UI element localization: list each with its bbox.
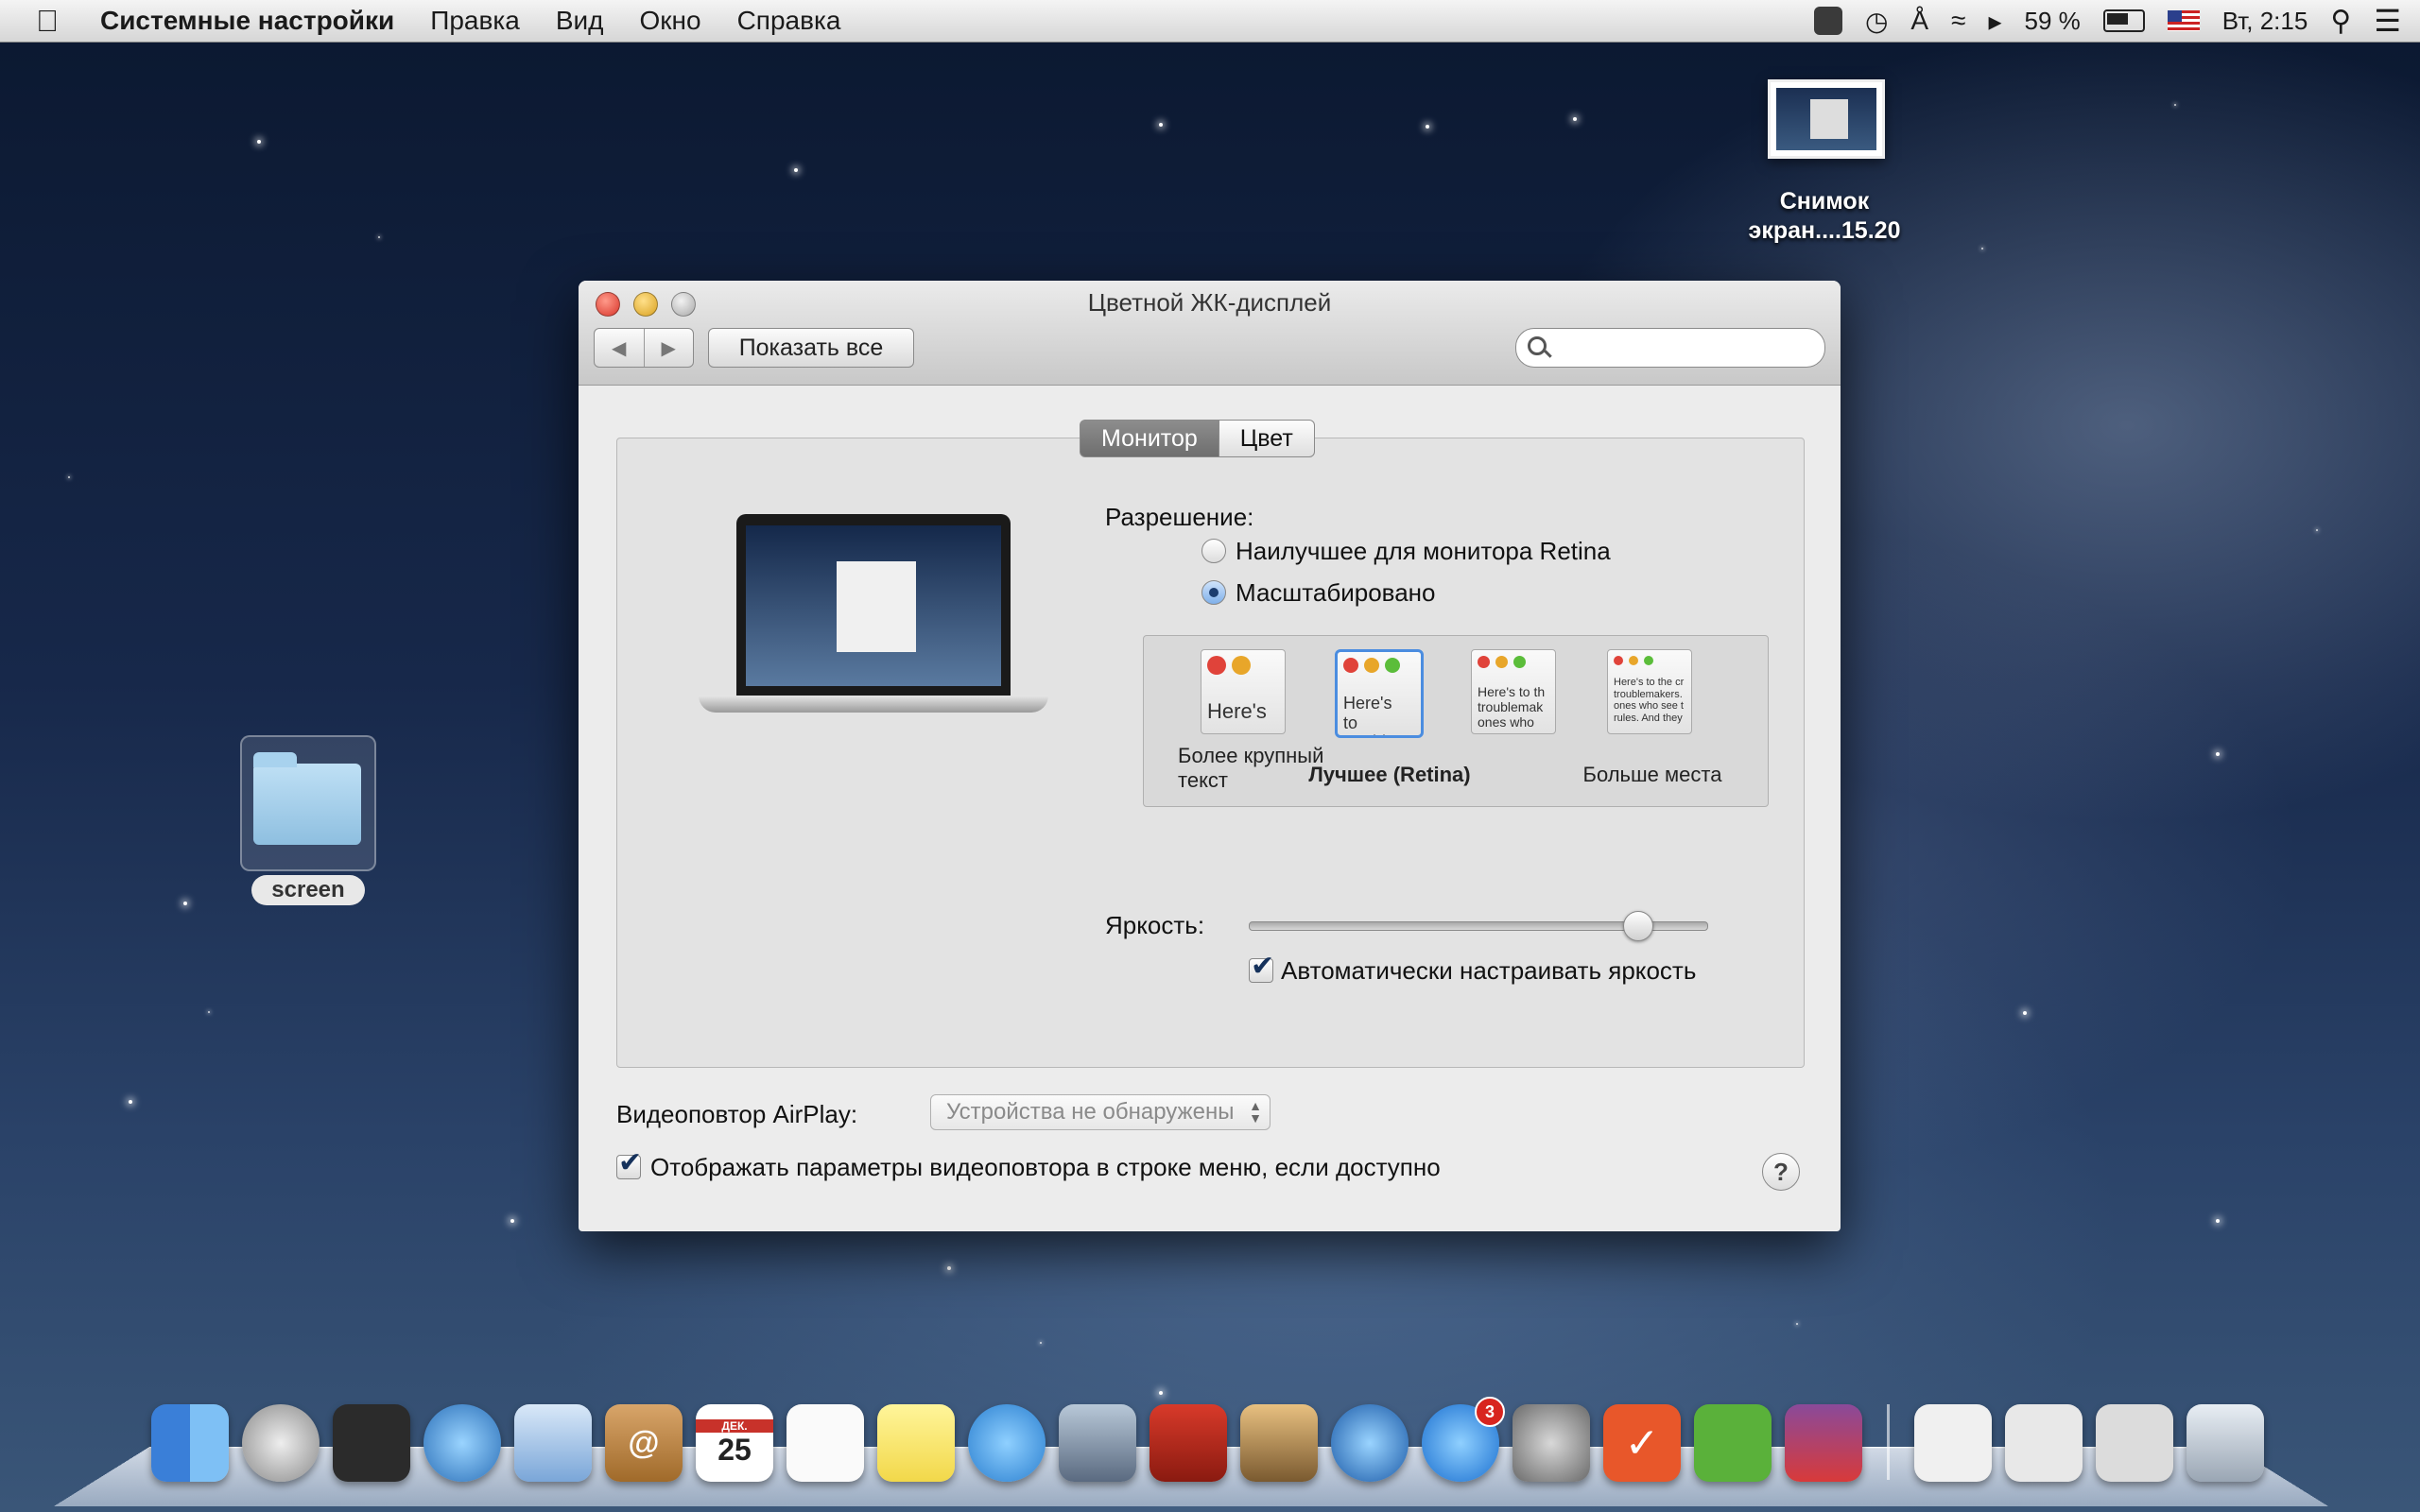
back-arrow-icon[interactable]: ◀ — [595, 329, 645, 367]
resolution-label: Разрешение: — [1105, 503, 1253, 532]
brightness-label: Яркость: — [1105, 911, 1204, 940]
radio-scaled[interactable] — [1201, 580, 1226, 605]
radio-scaled-label[interactable]: Масштабировано — [1236, 578, 1435, 608]
airplay-label: Видеоповтор AirPlay: — [616, 1100, 857, 1129]
window-titlebar: Цветной ЖК-дисплей ◀ ▶ Показать все — [579, 281, 1841, 386]
facetime-icon[interactable] — [1059, 1404, 1136, 1482]
itunes-icon[interactable] — [1331, 1404, 1409, 1482]
window-content: Монитор Цвет Разрешение: Наилучшее для м… — [579, 386, 1841, 1231]
search-input[interactable] — [1558, 333, 1807, 363]
menu-window[interactable]: Окно — [639, 6, 700, 36]
notes-icon[interactable] — [877, 1404, 955, 1482]
notification-center-icon[interactable]: ☰ — [2374, 3, 2401, 39]
angry-birds-seasons-icon[interactable] — [1785, 1404, 1862, 1482]
apple-menu-icon[interactable]:  — [36, 4, 68, 39]
mission-control-icon[interactable] — [333, 1404, 410, 1482]
show-mirroring-label[interactable]: Отображать параметры видеоповтора в стро… — [650, 1153, 1441, 1182]
popup-arrows-icon: ▲ ▼ — [1249, 1100, 1262, 1125]
iphoto-icon[interactable] — [1240, 1404, 1318, 1482]
monitor-panel: Разрешение: Наилучшее для монитора Retin… — [616, 438, 1805, 1068]
forward-arrow-icon[interactable]: ▶ — [645, 329, 694, 367]
scale-option-more-space[interactable]: Here's to the cr troublemakers. ones who… — [1607, 649, 1692, 734]
scale-option-larger-text[interactable]: Here's — [1201, 649, 1286, 734]
scale-option-more-space-medium[interactable]: Here's to th troublemak ones who — [1471, 649, 1556, 734]
folder-icon — [253, 764, 361, 845]
wunderlist-icon[interactable]: ✓ — [1603, 1404, 1681, 1482]
app-menu[interactable]: Системные настройки — [100, 6, 394, 36]
documents-stack-icon[interactable] — [1914, 1404, 1992, 1482]
time-machine-icon[interactable]: ◷ — [1865, 6, 1888, 37]
back-forward-control: ◀ ▶ — [594, 328, 694, 368]
brightness-slider[interactable] — [1249, 921, 1708, 931]
search-field[interactable] — [1515, 328, 1825, 368]
show-all-button[interactable]: Показать все — [708, 328, 914, 368]
tab-monitor[interactable]: Монитор — [1080, 420, 1219, 457]
auto-brightness-label[interactable]: Автоматически настраивать яркость — [1281, 956, 1696, 986]
safari-icon[interactable] — [424, 1404, 501, 1482]
mail-icon[interactable] — [514, 1404, 592, 1482]
scale-option-best-retina[interactable]: Here's to troublem — [1335, 649, 1424, 738]
finder-icon[interactable] — [151, 1404, 229, 1482]
volume-icon[interactable]: ▸ — [1988, 6, 2001, 37]
scale-preview-text: Here's to the cr troublemakers. ones who… — [1614, 677, 1689, 725]
desktop-folder-label[interactable]: screen — [251, 875, 365, 905]
brightness-slider-knob[interactable] — [1623, 911, 1653, 941]
scale-preview-text: Here's to th troublemak ones who — [1478, 684, 1553, 730]
app-store-icon[interactable]: 3 — [1422, 1404, 1499, 1482]
launchpad-icon[interactable] — [242, 1404, 320, 1482]
display-preferences-window: Цветной ЖК-дисплей ◀ ▶ Показать все Мони… — [579, 281, 1841, 1231]
scale-preview-text: Here's — [1207, 699, 1267, 723]
menu-edit[interactable]: Правка — [430, 6, 520, 36]
auto-brightness-checkbox[interactable] — [1249, 958, 1273, 983]
airplay-popup-value: Устройства не обнаружены — [946, 1099, 1234, 1125]
desktop-screenshot-label[interactable]: Снимок экран....15.20 — [1720, 187, 1928, 246]
trash-icon[interactable] — [2187, 1404, 2264, 1482]
airplay-popup[interactable]: Устройства не обнаружены ▲ ▼ — [930, 1094, 1270, 1130]
tab-color[interactable]: Цвет — [1219, 420, 1315, 457]
dock-separator — [1887, 1404, 1890, 1480]
wifi-icon[interactable]: ≈ — [1951, 6, 1965, 36]
dock: @ ДЕК. 25 3 ✓ — [104, 1399, 2278, 1512]
scale-options-box: Here's Here's to troublem Here's to th t… — [1143, 635, 1769, 807]
messages-icon[interactable] — [968, 1404, 1046, 1482]
calendar-month: ДЕК. — [696, 1419, 773, 1433]
applications-stack-icon[interactable] — [2096, 1404, 2173, 1482]
downloads-stack-icon[interactable] — [2005, 1404, 2083, 1482]
label-more-space: Больше места — [1567, 763, 1737, 787]
system-preferences-icon[interactable] — [1512, 1404, 1590, 1482]
help-button[interactable]: ? — [1762, 1153, 1800, 1191]
calendar-icon[interactable]: ДЕК. 25 — [696, 1404, 773, 1482]
app-store-badge: 3 — [1475, 1397, 1505, 1427]
menu-help[interactable]: Справка — [737, 6, 841, 36]
desktop-screenshot-icon[interactable] — [1768, 79, 1885, 159]
reminders-icon[interactable] — [786, 1404, 864, 1482]
tab-bar: Монитор Цвет — [1080, 420, 1315, 455]
input-source-flag-icon[interactable] — [2168, 10, 2200, 31]
show-mirroring-checkbox[interactable] — [616, 1155, 641, 1179]
battery-percent: 59 % — [2025, 7, 2081, 36]
evernote-menu-icon[interactable] — [1814, 7, 1842, 35]
bluetooth-icon[interactable]: Å — [1910, 6, 1928, 36]
calendar-day: 25 — [717, 1433, 752, 1468]
menu-view[interactable]: Вид — [556, 6, 604, 36]
menu-bar:  Системные настройки Правка Вид Окно Сп… — [0, 0, 2420, 43]
contacts-icon[interactable]: @ — [605, 1404, 683, 1482]
scale-preview-text: Here's to troublem — [1343, 694, 1409, 738]
evernote-icon[interactable] — [1694, 1404, 1772, 1482]
desktop-folder[interactable] — [240, 735, 376, 871]
label-best-retina: Лучшее (Retina) — [1295, 763, 1484, 787]
battery-icon[interactable] — [2103, 9, 2145, 32]
laptop-image — [699, 514, 1048, 731]
radio-best-for-retina[interactable] — [1201, 539, 1226, 563]
radio-best-label[interactable]: Наилучшее для монитора Retina — [1236, 537, 1611, 566]
search-icon — [1528, 336, 1547, 355]
photo-booth-icon[interactable] — [1150, 1404, 1227, 1482]
window-title: Цветной ЖК-дисплей — [579, 288, 1841, 318]
clock[interactable]: Вт, 2:15 — [2222, 7, 2308, 36]
spotlight-icon[interactable]: ⚲ — [2330, 5, 2351, 38]
